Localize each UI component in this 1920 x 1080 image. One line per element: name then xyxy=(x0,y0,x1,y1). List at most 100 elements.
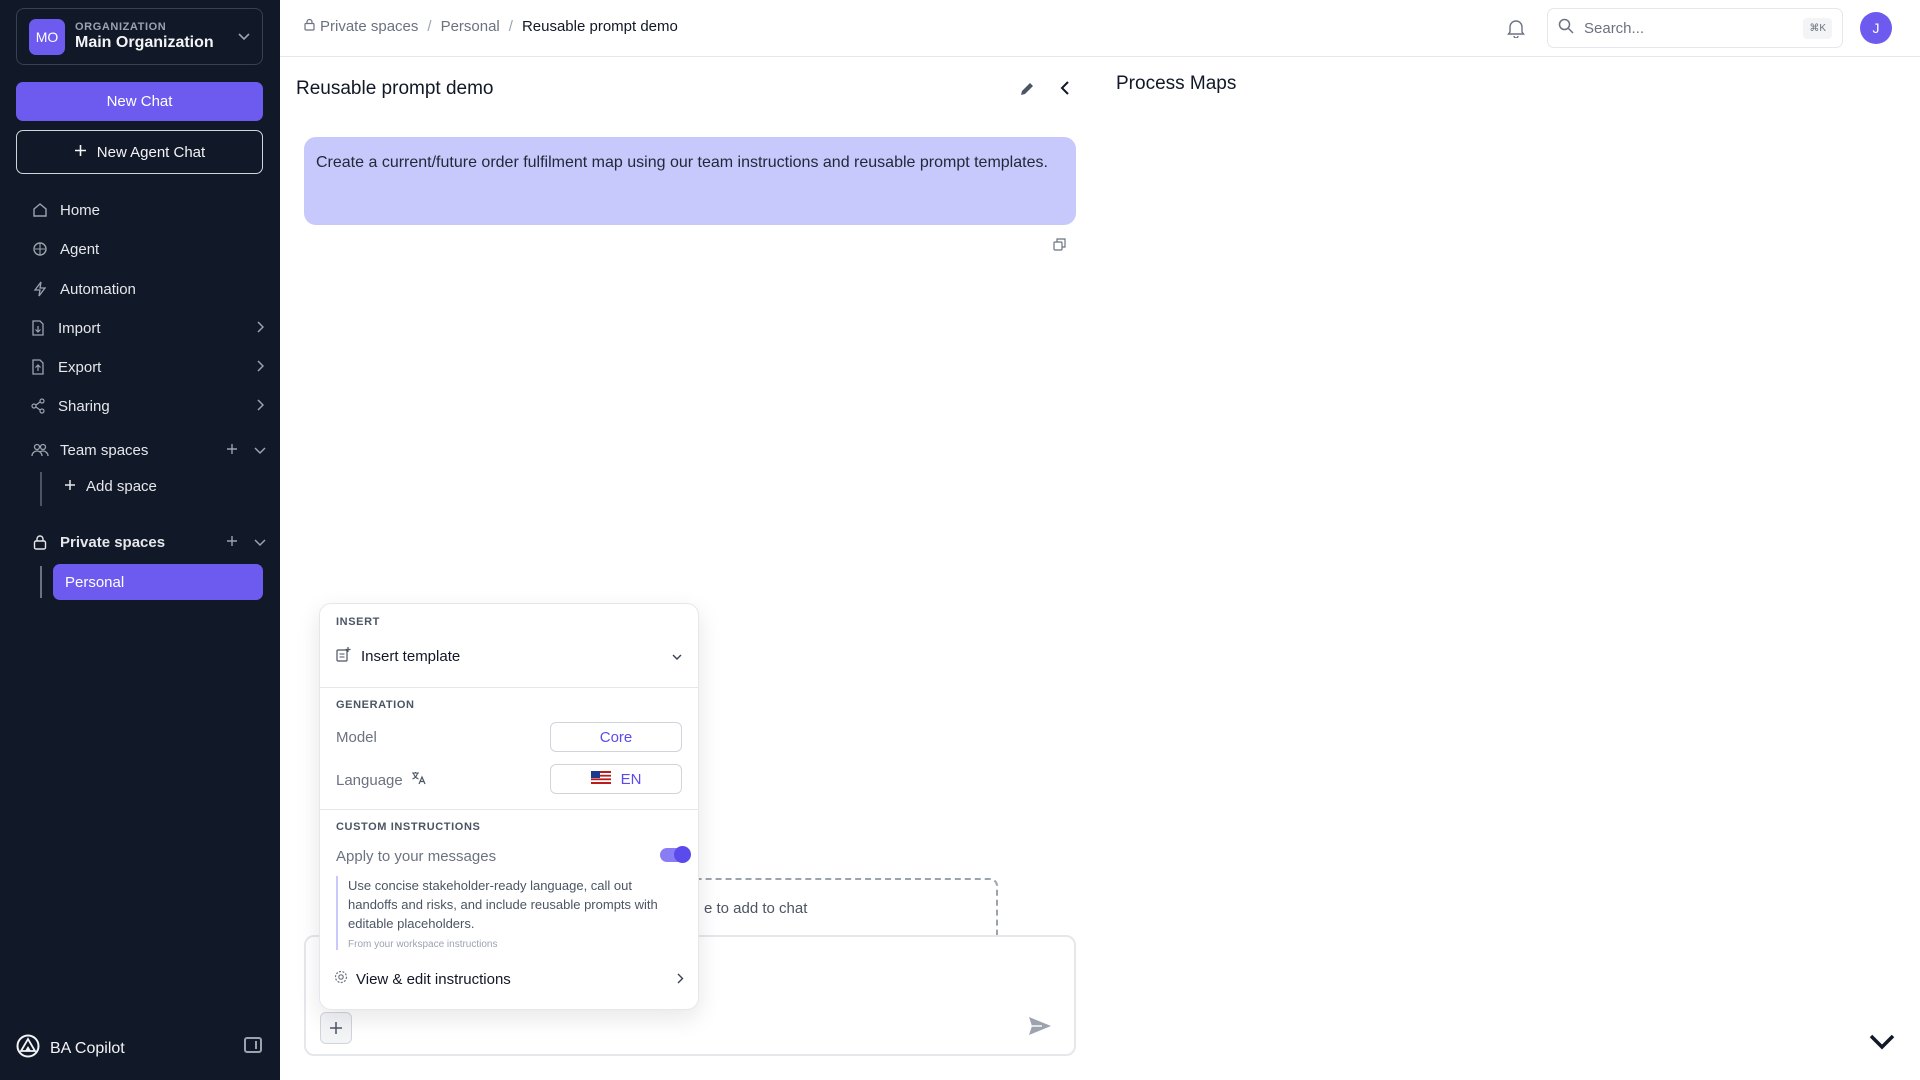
add-team-space-icon[interactable] xyxy=(226,442,238,459)
tree-line xyxy=(40,472,42,506)
instructions-text: Use concise stakeholder-ready language, … xyxy=(348,878,658,931)
breadcrumb-item[interactable]: Personal xyxy=(441,18,500,35)
apply-instructions-toggle[interactable] xyxy=(660,846,691,863)
insert-section-label: INSERT xyxy=(336,616,380,628)
logo-icon xyxy=(16,1034,40,1063)
lock-icon xyxy=(30,532,50,552)
chevron-down-icon xyxy=(672,648,682,665)
chevron-right-icon xyxy=(257,320,265,336)
topbar: Private spaces / Personal / Reusable pro… xyxy=(280,0,1920,57)
bell-icon[interactable] xyxy=(1507,18,1525,43)
new-agent-chat-button[interactable]: New Agent Chat xyxy=(16,130,263,174)
sidebar-item-label: Import xyxy=(58,319,101,337)
instructions-source: From your workspace instructions xyxy=(348,939,498,950)
chevron-down-icon[interactable] xyxy=(254,534,266,551)
send-icon[interactable] xyxy=(1028,1016,1052,1041)
sidebar-item-label: Export xyxy=(58,358,102,376)
add-private-space-icon[interactable] xyxy=(226,534,238,551)
language-select-button[interactable]: EN xyxy=(550,764,682,794)
sidebar-item-import[interactable]: Import xyxy=(28,314,265,342)
chevron-down-icon xyxy=(238,30,250,44)
tree-line xyxy=(40,566,42,598)
divider xyxy=(320,687,698,688)
search-icon xyxy=(1558,18,1574,39)
plus-icon xyxy=(74,144,87,161)
breadcrumb-current: Reusable prompt demo xyxy=(521,18,678,35)
chevron-down-icon[interactable] xyxy=(254,442,266,459)
search-field[interactable]: Search... ⌘K xyxy=(1547,8,1843,48)
new-chat-button[interactable]: New Chat xyxy=(16,82,263,121)
brain-icon xyxy=(30,239,50,259)
chevron-right-icon xyxy=(257,359,265,375)
add-space-label: Add space xyxy=(86,478,157,495)
new-agent-chat-label: New Agent Chat xyxy=(96,143,206,161)
sidebar-item-label: Sharing xyxy=(58,397,110,415)
shortcut-badge: ⌘K xyxy=(1803,17,1832,39)
language-value: EN xyxy=(620,770,642,788)
attach-plus-button[interactable] xyxy=(320,1012,352,1044)
org-label: ORGANIZATION xyxy=(75,21,167,33)
sidebar-item-label: Home xyxy=(60,201,101,219)
generation-section-label: GENERATION xyxy=(336,699,415,711)
file-export-icon xyxy=(28,357,48,377)
insert-template-label: Insert template xyxy=(361,648,461,665)
divider xyxy=(320,809,698,810)
sidebar: MO ORGANIZATION Main Organization New Ch… xyxy=(0,0,280,1080)
search-input[interactable]: Search... xyxy=(1584,20,1803,37)
organization-switcher[interactable]: MO ORGANIZATION Main Organization xyxy=(16,8,263,65)
language-label: Language xyxy=(336,771,403,789)
sidebar-item-personal[interactable]: Personal xyxy=(53,564,263,600)
copy-icon[interactable] xyxy=(1053,238,1066,256)
breadcrumb: Private spaces / Personal / Reusable pro… xyxy=(304,18,678,35)
instructions-preview: Use concise stakeholder-ready language, … xyxy=(336,876,682,950)
translate-icon xyxy=(411,771,426,789)
breadcrumb-separator: / xyxy=(508,18,513,35)
private-spaces-label: Private spaces xyxy=(60,533,166,551)
sidebar-item-automation[interactable]: Automation xyxy=(30,275,266,303)
apply-label: Apply to your messages xyxy=(336,848,497,865)
plus-icon xyxy=(64,478,76,495)
share-icon xyxy=(28,396,48,416)
chevron-left-icon[interactable] xyxy=(1060,80,1070,101)
sidebar-item-label: Automation xyxy=(60,280,136,298)
file-import-icon xyxy=(28,318,48,338)
user-message: Create a current/future order fulfilment… xyxy=(304,137,1076,225)
process-maps-title: Process Maps xyxy=(1116,73,1237,94)
breadcrumb-item[interactable]: Private spaces xyxy=(320,18,418,35)
lightning-icon xyxy=(30,279,50,299)
chat-title: Reusable prompt demo xyxy=(296,78,494,99)
org-avatar: MO xyxy=(29,18,65,55)
org-name: Main Organization xyxy=(75,34,214,51)
add-space-button[interactable]: Add space xyxy=(64,478,157,495)
dropzone-text: e to add to chat xyxy=(704,900,808,917)
pencil-icon[interactable] xyxy=(1018,80,1036,103)
home-icon xyxy=(30,200,50,220)
view-edit-instructions-link[interactable]: View & edit instructions xyxy=(334,970,684,988)
private-spaces-header[interactable]: Private spaces xyxy=(30,528,266,556)
composer-options-popover: INSERT Insert template GENERATION Model … xyxy=(319,603,699,1010)
team-spaces-header[interactable]: Team spaces xyxy=(30,436,266,464)
chevron-right-icon xyxy=(257,398,265,414)
chevron-down-icon[interactable] xyxy=(1868,1032,1896,1057)
breadcrumb-separator: / xyxy=(427,18,432,35)
team-spaces-label: Team spaces xyxy=(60,441,149,459)
custom-instructions-label: CUSTOM INSTRUCTIONS xyxy=(336,821,481,833)
sidebar-item-export[interactable]: Export xyxy=(28,353,265,381)
chevron-right-icon xyxy=(677,971,684,988)
sidebar-item-label: Agent xyxy=(60,240,100,258)
view-edit-label: View & edit instructions xyxy=(356,970,511,988)
us-flag-icon xyxy=(590,770,611,788)
team-icon xyxy=(30,440,50,460)
gear-icon xyxy=(334,970,348,988)
brand: BA Copilot xyxy=(16,1034,125,1063)
template-icon xyxy=(336,647,351,666)
user-avatar[interactable]: J xyxy=(1860,12,1892,44)
sidebar-item-sharing[interactable]: Sharing xyxy=(28,392,265,420)
sidebar-toggle-icon[interactable] xyxy=(244,1037,262,1053)
brand-name: BA Copilot xyxy=(50,1039,125,1057)
model-select-button[interactable]: Core xyxy=(550,722,682,752)
plus-icon xyxy=(330,1022,342,1034)
sidebar-item-home[interactable]: Home xyxy=(30,196,266,224)
sidebar-item-agent[interactable]: Agent xyxy=(30,235,266,263)
insert-template-select[interactable]: Insert template xyxy=(336,647,682,666)
